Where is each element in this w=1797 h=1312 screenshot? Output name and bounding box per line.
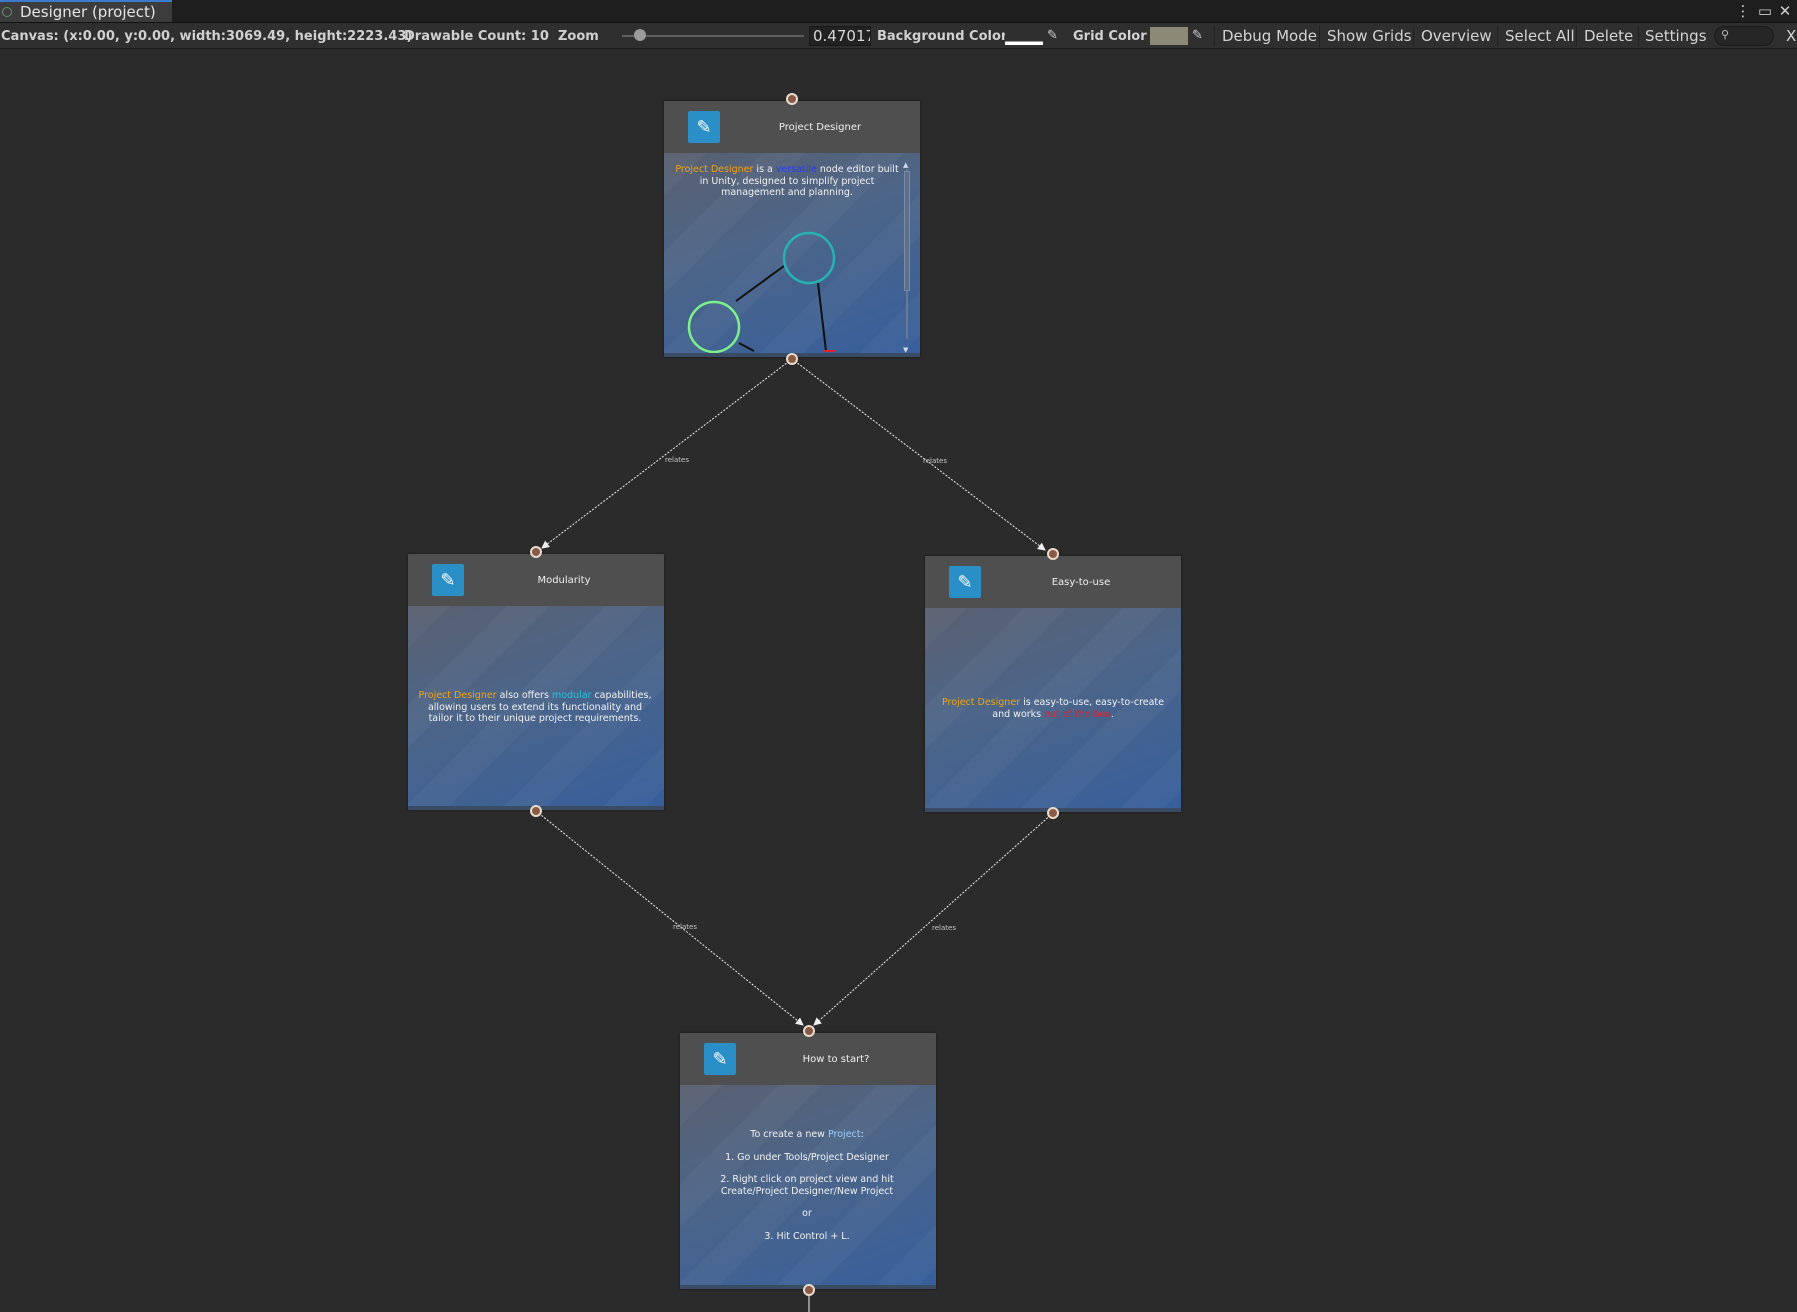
node-title: Project Designer (778, 121, 862, 133)
show-grids-button[interactable]: Show Grids (1327, 23, 1412, 49)
edit-pencil-icon[interactable]: ✎ (432, 564, 464, 596)
edge-easy-howto (813, 812, 1054, 1026)
close-x-button[interactable]: X (1786, 23, 1796, 49)
node-body: To create a new Project: 1. Go under Too… (680, 1085, 936, 1285)
zoom-slider[interactable] (622, 35, 804, 37)
node-modularity[interactable]: ✎ Modularity Project Designer also offer… (408, 554, 664, 810)
canvas-info: Canvas: (x:0.00, y:0.00, width:3069.49, … (1, 28, 413, 44)
node-easy-to-use[interactable]: ✎ Easy-to-use Project Designer is easy-t… (925, 556, 1181, 812)
maximize-icon[interactable]: ▭ (1755, 0, 1775, 22)
grid-color-swatch[interactable] (1150, 27, 1188, 45)
kebab-menu-icon[interactable]: ⋮ (1733, 0, 1753, 22)
delete-button[interactable]: Delete (1584, 23, 1633, 49)
scroll-down-icon[interactable]: ▼ (903, 346, 908, 353)
edit-pencil-icon[interactable]: ✎ (704, 1043, 736, 1075)
window-title-bar: Designer (project) ⋮ ▭ ✕ (0, 0, 1797, 23)
search-input[interactable]: ⚲ (1714, 26, 1774, 46)
edit-pencil-icon[interactable]: ✎ (949, 566, 981, 598)
background-color-label: Background Color (877, 28, 1008, 44)
edge-label: relates (665, 456, 689, 464)
edge-label: relates (932, 924, 956, 932)
node-header[interactable]: ✎ Project Designer (664, 101, 920, 153)
node-header[interactable]: ✎ Modularity (408, 554, 664, 606)
tab-designer-project[interactable]: Designer (project) (0, 0, 172, 22)
zoom-value-field[interactable]: 0.47017 (809, 26, 871, 46)
node-title: How to start? (802, 1053, 870, 1065)
zoom-label: Zoom (558, 28, 599, 44)
node-header[interactable]: ✎ Easy-to-use (925, 556, 1181, 608)
background-color-swatch[interactable] (1005, 27, 1043, 45)
drawable-count: Drawable Count: 10 (404, 28, 549, 44)
node-output-port[interactable] (786, 353, 798, 365)
node-how-to-start[interactable]: ✎ How to start? To create a new Project:… (680, 1033, 936, 1289)
edge-label: relates (673, 923, 697, 931)
node-input-port[interactable] (803, 1025, 815, 1037)
scroll-thumb[interactable] (904, 171, 910, 291)
node-input-port[interactable] (530, 546, 542, 558)
zoom-slider-thumb[interactable] (634, 29, 647, 41)
node-title: Modularity (537, 574, 591, 586)
edge-modularity-howto (535, 810, 804, 1026)
node-body: Project Designer is a versatile node edi… (664, 153, 920, 353)
close-icon[interactable]: ✕ (1775, 0, 1795, 22)
settings-button[interactable]: Settings (1645, 23, 1707, 49)
node-description: Project Designer also offers modular cap… (418, 690, 652, 724)
node-scrollbar[interactable]: ▲ ▼ (903, 161, 910, 353)
eyedropper-icon[interactable]: ✎ (1047, 28, 1063, 44)
scroll-up-icon[interactable]: ▲ (903, 161, 908, 169)
select-all-button[interactable]: Select All (1505, 23, 1575, 49)
overview-button[interactable]: Overview (1421, 23, 1492, 49)
node-output-port[interactable] (530, 805, 542, 817)
node-title: Easy-to-use (1051, 576, 1111, 588)
node-description: To create a new Project: 1. Go under Too… (720, 1129, 894, 1242)
search-icon: ⚲ (1721, 28, 1730, 41)
node-input-port[interactable] (1047, 548, 1059, 560)
edge-pd-easy (791, 358, 1046, 551)
node-output-port[interactable] (1047, 807, 1059, 819)
debug-mode-button[interactable]: Debug Mode (1222, 23, 1317, 49)
node-description: Project Designer is easy-to-use, easy-to… (942, 697, 1164, 720)
edge-pd-modularity (541, 358, 793, 549)
edit-pencil-icon[interactable]: ✎ (688, 111, 720, 143)
node-project-designer[interactable]: ✎ Project Designer Project Designer is a… (664, 101, 920, 357)
edge-label: relates (923, 457, 947, 465)
node-output-port[interactable] (803, 1284, 815, 1296)
node-body: Project Designer also offers modular cap… (408, 606, 664, 806)
eyedropper-icon[interactable]: ✎ (1192, 28, 1208, 44)
designer-tab-icon (2, 7, 12, 17)
embedded-graph-image (687, 231, 836, 353)
tab-title: Designer (project) (20, 3, 156, 21)
node-input-port[interactable] (786, 93, 798, 105)
toolbar: Canvas: (x:0.00, y:0.00, width:3069.49, … (0, 23, 1797, 49)
node-header[interactable]: ✎ How to start? (680, 1033, 936, 1085)
node-canvas[interactable]: relates relates relates relates ✎ Projec… (0, 50, 1797, 1312)
node-body: Project Designer is easy-to-use, easy-to… (925, 608, 1181, 808)
grid-color-label: Grid Color (1073, 28, 1147, 44)
